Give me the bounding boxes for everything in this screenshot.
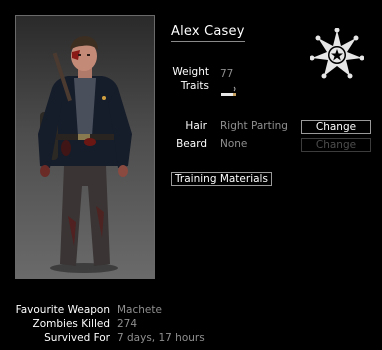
hair-value: Right Parting (220, 120, 288, 132)
character-figure (38, 36, 132, 273)
favourite-weapon-label: Favourite Weapon (15, 304, 110, 316)
hair-label: Hair (185, 120, 207, 132)
weight-value: 77 (220, 68, 234, 80)
cigarette-icon (221, 86, 236, 96)
beard-label: Beard (176, 138, 207, 150)
sheriff-star-icon (310, 28, 364, 79)
favourite-weapon-value: Machete (117, 304, 162, 316)
character-portrait (15, 15, 155, 279)
survived-for-value: 7 days, 17 hours (117, 332, 205, 344)
zombies-killed-label: Zombies Killed (32, 318, 110, 330)
beard-change-button[interactable]: Change (301, 138, 371, 152)
name-underline (171, 41, 245, 42)
training-materials-button[interactable]: Training Materials (171, 172, 272, 186)
zombies-killed-value: 274 (117, 318, 138, 330)
survived-for-label: Survived For (44, 332, 110, 344)
character-name: Alex Casey (171, 24, 245, 39)
beard-value: None (220, 138, 248, 150)
weight-label: Weight (172, 66, 209, 78)
hair-change-button[interactable]: Change (301, 120, 371, 134)
traits-label: Traits (180, 80, 209, 92)
